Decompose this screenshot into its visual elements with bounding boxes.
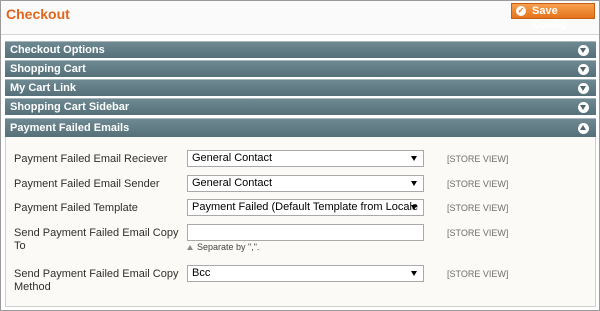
section-shopping-cart[interactable]: Shopping Cart bbox=[5, 60, 596, 77]
section-title: Payment Failed Emails bbox=[10, 122, 130, 134]
email-receiver-select[interactable]: General Contact bbox=[187, 150, 424, 167]
dropdown-arrow-icon bbox=[411, 156, 417, 161]
section-shopping-cart-sidebar[interactable]: Shopping Cart Sidebar bbox=[5, 98, 596, 115]
dropdown-arrow-icon bbox=[411, 181, 417, 186]
scope-label: [STORE VIEW] bbox=[447, 154, 509, 164]
section-title: Checkout Options bbox=[10, 44, 105, 56]
template-select[interactable]: Payment Failed (Default Template from Lo… bbox=[187, 199, 424, 216]
section-payment-failed-emails[interactable]: Payment Failed Emails bbox=[5, 118, 596, 137]
field-note-text: Separate by ",". bbox=[197, 242, 260, 252]
section-checkout-options[interactable]: Checkout Options bbox=[5, 41, 596, 58]
field-label-email-sender: Payment Failed Email Sender bbox=[14, 178, 160, 190]
chevron-up-icon bbox=[578, 123, 589, 134]
page-title: Checkout bbox=[6, 6, 70, 22]
section-my-cart-link[interactable]: My Cart Link bbox=[5, 79, 596, 96]
scope-label: [STORE VIEW] bbox=[447, 179, 509, 189]
field-note: Separate by ",". bbox=[187, 242, 259, 252]
save-config-label: Save Config bbox=[532, 5, 567, 31]
note-arrow-icon bbox=[187, 245, 193, 250]
save-config-button[interactable]: ✓ Save Config bbox=[511, 3, 595, 31]
copy-method-select[interactable]: Bcc bbox=[187, 265, 424, 282]
field-label-template: Payment Failed Template bbox=[14, 202, 138, 214]
chevron-down-icon bbox=[578, 83, 589, 94]
section-title: Shopping Cart bbox=[10, 63, 86, 75]
template-value: Payment Failed (Default Template from Lo… bbox=[192, 201, 419, 213]
scope-label: [STORE VIEW] bbox=[447, 203, 509, 213]
scope-label: [STORE VIEW] bbox=[447, 228, 509, 238]
dropdown-arrow-icon bbox=[411, 205, 417, 210]
copy-to-input[interactable] bbox=[187, 224, 424, 241]
field-label-email-receiver: Payment Failed Email Reciever bbox=[14, 153, 168, 165]
chevron-down-icon bbox=[578, 102, 589, 113]
dropdown-arrow-icon bbox=[411, 271, 417, 276]
copy-method-value: Bcc bbox=[192, 267, 211, 279]
scope-label: [STORE VIEW] bbox=[447, 269, 509, 279]
chevron-down-icon bbox=[578, 64, 589, 75]
chevron-down-icon bbox=[578, 45, 589, 56]
email-sender-value: General Contact bbox=[192, 177, 273, 189]
email-receiver-value: General Contact bbox=[192, 152, 273, 164]
section-title: Shopping Cart Sidebar bbox=[10, 101, 130, 113]
page-header: Checkout ✓ Save Config bbox=[1, 1, 599, 35]
field-label-copy-method: Send Payment Failed Email Copy Method bbox=[14, 268, 179, 293]
section-title: My Cart Link bbox=[10, 82, 77, 94]
check-circle-icon: ✓ bbox=[516, 6, 526, 16]
email-sender-select[interactable]: General Contact bbox=[187, 175, 424, 192]
field-label-copy-to: Send Payment Failed Email Copy To bbox=[14, 227, 179, 252]
